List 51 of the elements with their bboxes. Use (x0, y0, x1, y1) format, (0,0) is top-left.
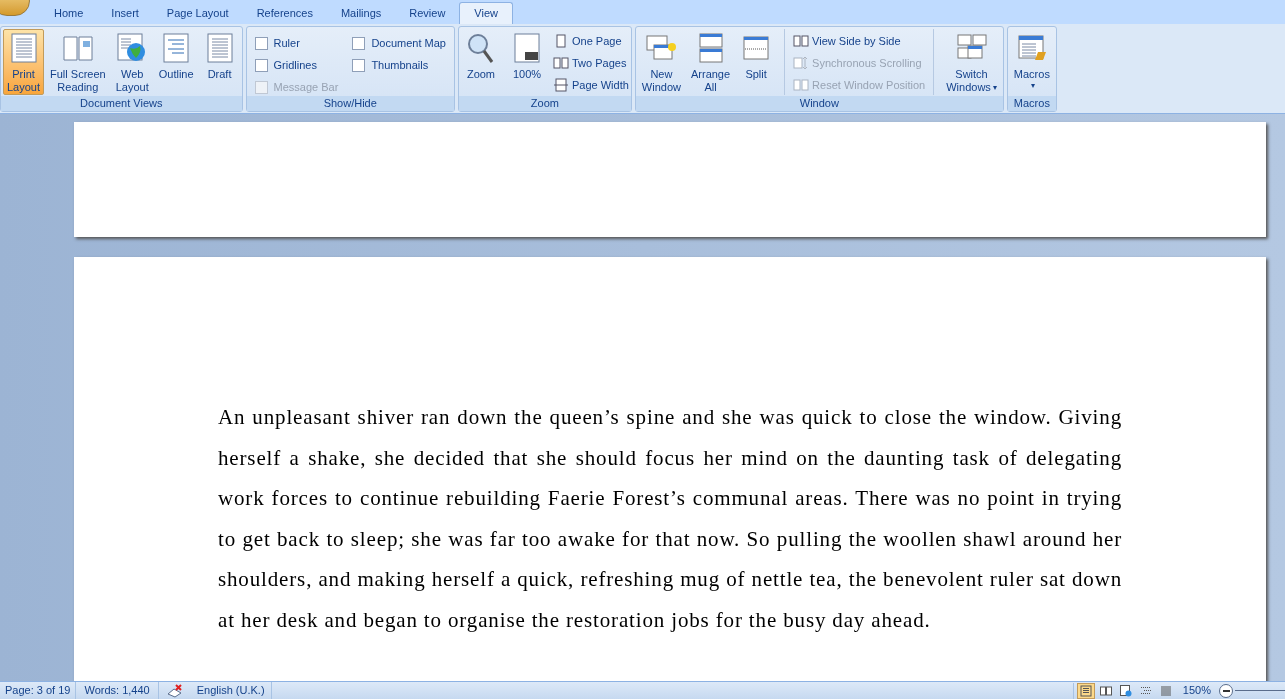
ribbon-tab[interactable]: Review (395, 2, 460, 24)
view-button[interactable] (1076, 682, 1095, 699)
checkbox-option[interactable]: Thumbnails (352, 56, 446, 74)
zoom-out-button[interactable] (1219, 683, 1233, 698)
group-title: Zoom (458, 96, 631, 111)
word-count: Words: 1,440 (76, 682, 159, 699)
dropdown-caret: ▾ (1030, 81, 1035, 91)
ribbon-tab[interactable]: View (459, 2, 513, 24)
ribbon-button[interactable]: Web Layout (111, 29, 153, 95)
ribbon-small-button[interactable]: View Side by Side (793, 32, 926, 50)
ribbon-small-button[interactable]: Page Width (552, 76, 629, 94)
ribbon-button[interactable]: Switch Windows ▾ (942, 29, 1001, 95)
zoom-level: 150% (1181, 683, 1212, 699)
sync-scroll-icon (793, 55, 810, 71)
ribbon-small-button[interactable]: One Page (552, 32, 629, 50)
ribbon-button[interactable]: New Window (637, 29, 685, 95)
language: English (U.K.) (190, 682, 272, 699)
page-icon (1079, 684, 1092, 697)
ribbon-button[interactable]: Split (736, 29, 777, 95)
spelling-error-icon (166, 683, 183, 698)
checkbox-option[interactable]: Gridlines (254, 56, 339, 74)
ribbon-button[interactable]: Arrange All (686, 29, 735, 95)
body-paragraph: An unpleasant shiver ran down the queen’s spine and she was quick to close the window. Giving herself a shake, she decided that she should focus her mind on the daunting task of delegating work forces to continue rebuilding Faerie Forest’s communal areas. There was no point in trying to get back to sleep; she was far too awake for that now. So pulling the woollen shawl around her shoulders, and making herself a quick, refreshing mug of nettle tea, the benevolent ruler sat down at her desk and began to organise the restoration jobs for the busy day ahead. (218, 404, 1122, 634)
ribbon-tab[interactable]: Mailings (326, 2, 396, 24)
globe-page-icon (1119, 684, 1132, 697)
ribbon-button[interactable]: Print Layout (3, 29, 45, 95)
checkbox-option[interactable]: Ruler (254, 34, 339, 52)
ribbon-tab[interactable]: Home (40, 2, 98, 24)
ribbon-button[interactable]: Full Screen Reading (46, 29, 110, 95)
ribbon-button[interactable]: Zoom (460, 29, 501, 95)
group-title: Macros (1007, 96, 1056, 111)
reset-windows-icon (793, 77, 810, 93)
group-title: Window (635, 96, 1003, 111)
dropdown-caret: ▾ (992, 82, 997, 93)
ribbon-tab[interactable]: Page Layout (152, 2, 243, 24)
ribbon-tab[interactable]: References (242, 2, 327, 24)
page-width-icon (552, 77, 569, 93)
open-book-icon (1099, 684, 1112, 697)
ribbon-button[interactable]: Macros ▾ (1009, 29, 1054, 95)
group-title: Show/Hide (246, 96, 454, 111)
ribbon-small-button[interactable]: Two Pages (552, 54, 629, 72)
side-by-side-icon (793, 33, 810, 49)
outline-icon (1139, 684, 1152, 697)
checkbox-option[interactable]: Document Map (352, 34, 446, 52)
ribbon-button[interactable]: Draft (199, 29, 240, 95)
group-title: Document Views (1, 96, 242, 111)
two-pages-icon (552, 55, 569, 71)
page-count: Page: 3 of 19 (0, 682, 77, 699)
ribbon-button[interactable]: 100% (506, 29, 547, 95)
ribbon-tab[interactable]: Insert (97, 2, 153, 24)
ribbon-button[interactable]: Outline (154, 29, 198, 95)
